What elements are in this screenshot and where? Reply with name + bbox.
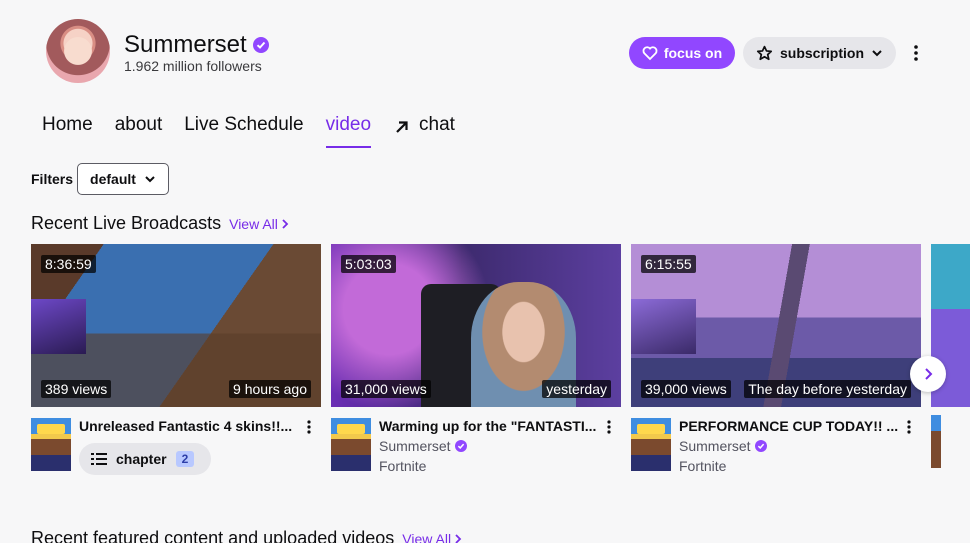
tab-about[interactable]: about — [115, 114, 163, 148]
channel-tabs: Home about Live Schedule video chat — [42, 114, 477, 148]
arrow-up-right-icon — [396, 121, 408, 133]
section-title: Recent featured content and uploaded vid… — [31, 528, 395, 543]
follower-count: 1.962 million followers — [124, 58, 262, 74]
video-more-button[interactable] — [603, 419, 615, 435]
verified-icon — [454, 440, 467, 452]
vertical-dots-icon — [914, 45, 918, 61]
video-time: The day before yesterday — [744, 380, 911, 398]
video-duration: 8:36:59 — [41, 255, 96, 273]
video-title[interactable]: Warming up for the "FANTASTI... — [379, 418, 599, 434]
video-views: 389 views — [41, 380, 112, 398]
video-time: yesterday — [542, 380, 611, 398]
video-title[interactable]: Unreleased Fantastic 4 skins!!... — [79, 418, 299, 434]
chevron-right-icon — [455, 534, 462, 543]
video-more-button[interactable] — [303, 419, 315, 435]
follow-label: focus on — [663, 45, 723, 61]
more-options-button[interactable] — [906, 43, 926, 63]
heart-icon — [642, 46, 658, 61]
video-channel[interactable]: Summerset — [679, 438, 767, 454]
video-card[interactable]: 8:36:59 389 views 9 hours ago Unreleased… — [31, 244, 321, 475]
section-title: Recent Live Broadcasts — [31, 213, 222, 233]
vertical-dots-icon — [307, 420, 311, 434]
game-box-art[interactable] — [331, 418, 371, 471]
verified-icon — [754, 440, 767, 452]
video-duration: 5:03:03 — [341, 255, 396, 273]
chevron-right-icon — [925, 368, 933, 380]
game-box-art[interactable] — [31, 418, 71, 471]
video-game[interactable]: Fortnite — [379, 458, 426, 474]
video-duration: 6:15:55 — [641, 255, 696, 273]
video-thumbnail[interactable]: 6:15:55 39,000 views The day before yest… — [631, 244, 921, 407]
chevron-right-icon — [282, 219, 289, 229]
filter-selected-value: default — [90, 171, 136, 187]
tab-chat[interactable]: chat — [393, 114, 455, 148]
view-all-link[interactable]: View All — [402, 531, 462, 543]
video-more-button[interactable] — [903, 419, 915, 435]
channel-name[interactable]: Summerset — [124, 31, 247, 59]
video-channel[interactable]: Summerset — [379, 438, 467, 454]
video-card[interactable]: 6:15:55 39,000 views The day before yest… — [631, 244, 921, 475]
video-thumbnail[interactable]: 5:03:03 31,000 views yesterday — [331, 244, 621, 407]
filters-label: Filters — [31, 171, 74, 187]
chevron-down-icon — [872, 50, 882, 57]
next-game-box-art-peek — [931, 415, 941, 468]
vertical-dots-icon — [607, 420, 611, 434]
video-views: 31,000 views — [341, 380, 431, 398]
section-header-featured: Recent featured content and uploaded vid… — [31, 528, 462, 543]
follow-button[interactable]: focus on — [629, 37, 735, 69]
tab-live-schedule[interactable]: Live Schedule — [184, 114, 303, 148]
video-thumbnail[interactable]: 8:36:59 389 views 9 hours ago — [31, 244, 321, 407]
video-title[interactable]: PERFORMANCE CUP TODAY!! ... — [679, 418, 899, 434]
video-card[interactable]: 5:03:03 31,000 views yesterday Warming u… — [331, 244, 621, 475]
star-icon — [756, 45, 773, 60]
list-icon — [91, 453, 107, 465]
video-time: 9 hours ago — [229, 380, 311, 398]
chapter-count-badge: 2 — [175, 451, 195, 467]
chapter-label: chapter — [116, 451, 167, 467]
video-views: 39,000 views — [641, 380, 731, 398]
tab-home[interactable]: Home — [42, 114, 93, 148]
channel-name-row: Summerset — [124, 31, 269, 59]
view-all-link[interactable]: View All — [229, 216, 289, 232]
subscribe-button[interactable]: subscription — [743, 37, 896, 69]
chevron-down-icon — [145, 176, 155, 183]
game-box-art[interactable] — [631, 418, 671, 471]
subscribe-label: subscription — [779, 45, 864, 61]
section-header-recent-broadcasts: Recent Live Broadcasts View All — [31, 213, 289, 234]
vertical-dots-icon — [907, 420, 911, 434]
channel-avatar[interactable] — [46, 19, 110, 83]
chapter-button[interactable]: chapter 2 — [79, 443, 211, 475]
filter-dropdown[interactable]: default — [77, 163, 169, 195]
video-game[interactable]: Fortnite — [679, 458, 726, 474]
carousel-next-button[interactable] — [910, 356, 946, 392]
verified-icon — [252, 37, 269, 53]
tab-video[interactable]: video — [325, 114, 372, 148]
